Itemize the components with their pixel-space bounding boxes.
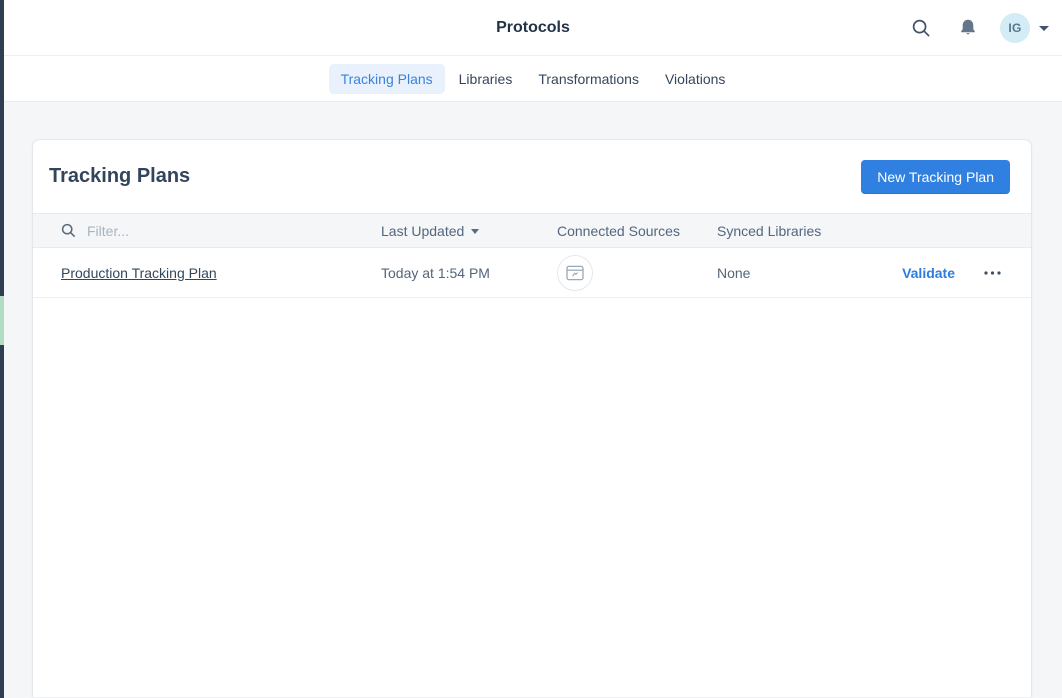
filter-search-icon xyxy=(61,223,76,238)
tab-libraries[interactable]: Libraries xyxy=(447,64,525,94)
connected-sources-cell xyxy=(557,255,717,291)
tracking-plans-card: Tracking Plans New Tracking Plan xyxy=(32,139,1032,697)
tab-tracking-plans[interactable]: Tracking Plans xyxy=(329,64,445,94)
tab-violations[interactable]: Violations xyxy=(653,64,737,94)
connected-source-badge[interactable] xyxy=(557,255,593,291)
browser-window-icon xyxy=(566,265,584,281)
notifications-button[interactable] xyxy=(958,18,978,38)
table-row: Production Tracking Plan Today at 1:54 P… xyxy=(33,248,1031,298)
underlying-nav-strip xyxy=(0,0,4,698)
column-header-connected-sources: Connected Sources xyxy=(557,223,717,239)
search-icon xyxy=(911,18,931,38)
last-updated-label: Last Updated xyxy=(381,223,464,239)
filter-column-header xyxy=(61,222,381,240)
filter-input[interactable] xyxy=(85,222,305,240)
validate-button[interactable]: Validate xyxy=(902,265,955,281)
card-heading: Tracking Plans xyxy=(49,165,190,188)
row-actions: Validate xyxy=(902,265,1003,281)
avatar[interactable]: IG xyxy=(1000,13,1030,43)
page-title: Protocols xyxy=(4,0,1062,56)
card-header: Tracking Plans New Tracking Plan xyxy=(33,140,1031,213)
tab-transformations[interactable]: Transformations xyxy=(526,64,651,94)
row-menu-button[interactable] xyxy=(982,269,1003,277)
caret-down-icon xyxy=(471,229,479,234)
tracking-plan-link[interactable]: Production Tracking Plan xyxy=(61,265,217,281)
ellipsis-icon xyxy=(984,271,1001,275)
last-updated-cell: Today at 1:54 PM xyxy=(381,265,557,281)
column-header-last-updated: Last Updated xyxy=(381,223,557,239)
chevron-down-icon[interactable] xyxy=(1039,26,1049,31)
synced-libraries-cell: None xyxy=(717,265,902,281)
top-bar-actions: IG xyxy=(911,0,1049,56)
search-button[interactable] xyxy=(911,18,931,38)
bell-icon xyxy=(958,18,978,38)
new-tracking-plan-button[interactable]: New Tracking Plan xyxy=(861,160,1010,194)
sort-last-updated[interactable]: Last Updated xyxy=(381,223,479,239)
tab-bar: Tracking Plans Libraries Transformations… xyxy=(4,56,1062,102)
underlying-nav-green-segment xyxy=(0,296,4,345)
column-header-synced-libraries: Synced Libraries xyxy=(717,223,1003,239)
top-bar: Protocols IG xyxy=(4,0,1062,56)
app-root: Protocols IG xyxy=(4,0,1062,697)
table-header-row: Last Updated Connected Sources Synced Li… xyxy=(33,213,1031,248)
